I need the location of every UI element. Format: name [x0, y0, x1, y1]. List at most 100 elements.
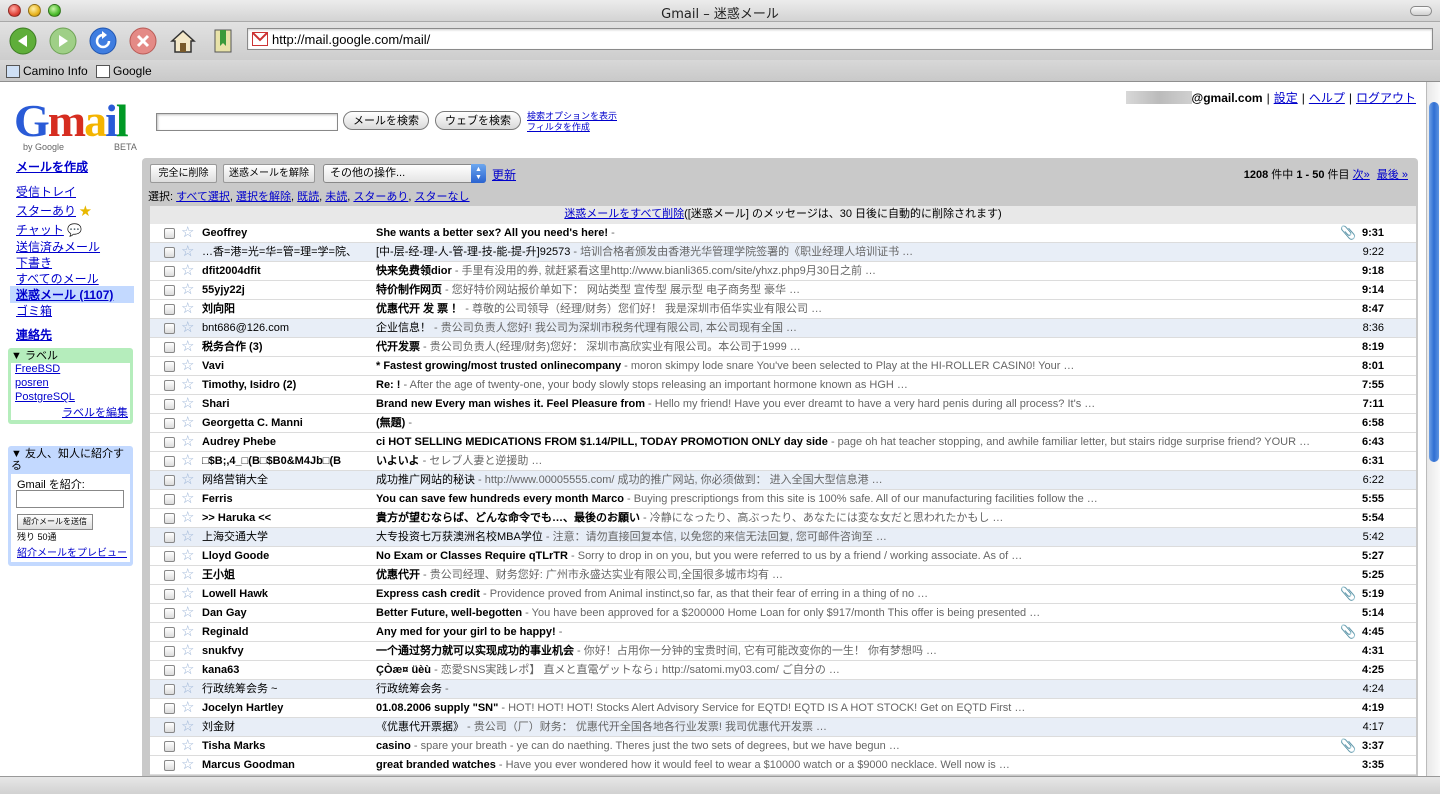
message-row[interactable]: ☆ Vavi * Fastest growing/most trusted onli…	[150, 357, 1416, 376]
select-read-link[interactable]: 既読	[297, 191, 319, 203]
message-row[interactable]: ☆ snukfvy 一个通过努力就可以实现成功的事业机会 - 你好！占用你一分钟的宝…	[150, 642, 1416, 661]
message-checkbox[interactable]	[164, 722, 175, 733]
star-toggle-icon[interactable]: ☆	[181, 604, 194, 622]
label-posren[interactable]: posren	[15, 377, 49, 389]
star-toggle-icon[interactable]: ☆	[181, 414, 194, 432]
message-checkbox[interactable]	[164, 475, 175, 486]
nav-trash[interactable]: ゴミ箱	[16, 302, 52, 319]
message-checkbox[interactable]	[164, 608, 175, 619]
nav-sent[interactable]: 送信済みメール	[16, 238, 100, 255]
gmail-logo[interactable]: Gmail by Google BETA	[14, 98, 144, 154]
star-toggle-icon[interactable]: ☆	[181, 224, 194, 242]
invite-box-title[interactable]: ▼ 友人、知人に紹介する	[11, 448, 133, 472]
select-unstarred-link[interactable]: スターなし	[415, 191, 470, 203]
message-checkbox[interactable]	[164, 437, 175, 448]
message-row[interactable]: ☆ 王小姐 优惠代开 - 贵公司经理、财务您好: 广州市永盛达实业有限公司,全国很多…	[150, 566, 1416, 585]
last-page-link[interactable]: 最後 »	[1377, 169, 1408, 181]
message-row[interactable]: ☆ Geoffrey She wants a better sex? All you…	[150, 224, 1416, 243]
message-checkbox[interactable]	[164, 323, 175, 334]
message-row[interactable]: ☆ 网络营销大全 成功推广网站的秘诀 - http://www.00005555.c…	[150, 471, 1416, 490]
bookmark-google[interactable]: Google	[96, 64, 152, 78]
message-checkbox[interactable]	[164, 228, 175, 239]
message-checkbox[interactable]	[164, 247, 175, 258]
message-checkbox[interactable]	[164, 304, 175, 315]
message-row[interactable]: ☆ 税务合作 (3) 代开发票 - 贵公司负责人(经理/财务)您好： 深圳市高欣实业…	[150, 338, 1416, 357]
star-toggle-icon[interactable]: ☆	[181, 319, 194, 337]
message-checkbox[interactable]	[164, 551, 175, 562]
label-freebsd[interactable]: FreeBSD	[15, 363, 60, 375]
reload-button[interactable]	[88, 26, 118, 56]
message-row[interactable]: ☆ Jocelyn Hartley 01.08.2006 supply "SN" -…	[150, 699, 1416, 718]
message-checkbox[interactable]	[164, 380, 175, 391]
message-checkbox[interactable]	[164, 760, 175, 771]
message-checkbox[interactable]	[164, 342, 175, 353]
label-postgresql[interactable]: PostgreSQL	[15, 391, 75, 403]
star-toggle-icon[interactable]: ☆	[181, 566, 194, 584]
bookmarks-button[interactable]	[208, 26, 238, 56]
stop-button[interactable]	[128, 26, 158, 56]
star-toggle-icon[interactable]: ☆	[181, 357, 194, 375]
bookmark-camino-info[interactable]: Camino Info	[6, 64, 88, 78]
home-button[interactable]	[168, 26, 198, 56]
search-web-button[interactable]: ウェブを検索	[435, 111, 521, 130]
nav-contacts[interactable]: 連絡先	[16, 326, 52, 343]
star-toggle-icon[interactable]: ☆	[181, 737, 194, 755]
message-checkbox[interactable]	[164, 456, 175, 467]
nav-inbox[interactable]: 受信トレイ	[16, 183, 76, 200]
star-toggle-icon[interactable]: ☆	[181, 376, 194, 394]
nav-all-mail[interactable]: すべてのメール	[16, 270, 99, 287]
star-toggle-icon[interactable]: ☆	[181, 528, 194, 546]
star-toggle-icon[interactable]: ☆	[181, 661, 194, 679]
message-row[interactable]: ☆ □$B;,4_□(B□$B0&M4Jb□(B いよいよ - セレブ人妻と逆援助 …	[150, 452, 1416, 471]
message-checkbox[interactable]	[164, 494, 175, 505]
message-checkbox[interactable]	[164, 532, 175, 543]
message-row[interactable]: ☆ Ferris You can save few hundreds every m…	[150, 490, 1416, 509]
star-toggle-icon[interactable]: ☆	[181, 509, 194, 527]
logout-link[interactable]: ログアウト	[1356, 89, 1416, 106]
settings-link[interactable]: 設定	[1274, 89, 1298, 106]
nav-chat[interactable]: チャット 💬	[16, 221, 82, 238]
message-checkbox[interactable]	[164, 361, 175, 372]
message-checkbox[interactable]	[164, 684, 175, 695]
star-toggle-icon[interactable]: ☆	[181, 395, 194, 413]
star-toggle-icon[interactable]: ☆	[181, 490, 194, 508]
message-row[interactable]: ☆ 刘金财 《优惠代开票据》 - 贵公司（厂）财务： 优惠代开全国各地各行业发票! …	[150, 718, 1416, 737]
star-toggle-icon[interactable]: ☆	[181, 452, 194, 470]
select-unread-link[interactable]: 未読	[325, 191, 347, 203]
forward-button[interactable]	[48, 26, 78, 56]
search-input[interactable]	[156, 113, 338, 131]
message-row[interactable]: ☆ Georgetta C. Manni (無題) - 6:58	[150, 414, 1416, 433]
star-toggle-icon[interactable]: ☆	[181, 585, 194, 603]
message-checkbox[interactable]	[164, 665, 175, 676]
message-row[interactable]: ☆ >> Haruka << 貴方が望むならば、どんな命令でも…、最後のお願い - …	[150, 509, 1416, 528]
message-checkbox[interactable]	[164, 266, 175, 277]
show-search-options-link[interactable]: 検索オプションを表示	[527, 111, 617, 122]
next-page-link[interactable]: 次»	[1353, 169, 1370, 181]
help-link[interactable]: ヘルプ	[1309, 89, 1345, 106]
message-checkbox[interactable]	[164, 646, 175, 657]
delete-forever-button[interactable]: 完全に削除	[150, 164, 217, 183]
preview-invite-link[interactable]: 紹介メールをプレビュー	[17, 544, 127, 559]
message-checkbox[interactable]	[164, 513, 175, 524]
message-row[interactable]: ☆ Lowell Hawk Express cash credit - Provid…	[150, 585, 1416, 604]
star-toggle-icon[interactable]: ☆	[181, 471, 194, 489]
address-bar[interactable]: http://mail.google.com/mail/	[247, 28, 1433, 50]
star-toggle-icon[interactable]: ☆	[181, 547, 194, 565]
message-row[interactable]: ☆ 55yjy22j 特价制作网页 - 您好特价网站报价单如下： 网站类型 宣传型 …	[150, 281, 1416, 300]
create-filter-link[interactable]: フィルタを作成	[527, 122, 617, 133]
search-mail-button[interactable]: メールを検索	[343, 111, 429, 130]
message-row[interactable]: ☆ Audrey Phebe ci HOT SELLING MEDICATIONS …	[150, 433, 1416, 452]
message-checkbox[interactable]	[164, 589, 175, 600]
compose-link[interactable]: メールを作成	[16, 158, 88, 175]
message-row[interactable]: ☆ kana63 ÇÒæ¤ üèù - 恋愛SNS実践レポ】 直メと直電ゲットなら↓…	[150, 661, 1416, 680]
scrollbar-thumb[interactable]	[1429, 102, 1439, 462]
star-toggle-icon[interactable]: ☆	[181, 680, 194, 698]
star-toggle-icon[interactable]: ☆	[181, 433, 194, 451]
refresh-link[interactable]: 更新	[492, 166, 516, 183]
message-checkbox[interactable]	[164, 570, 175, 581]
more-actions-select[interactable]: その他の操作... ▲ ▼	[323, 164, 486, 183]
page-scrollbar[interactable]	[1426, 82, 1440, 776]
message-row[interactable]: ☆ bnt686@126.com 企业信息！ - 贵公司负责人您好! 我公司为深圳市…	[150, 319, 1416, 338]
back-button[interactable]	[8, 26, 38, 56]
message-row[interactable]: ☆ 刘向阳 优惠代开 发 票 ！ - 尊敬的公司领导（经理/财务）您们好！ 我是深圳…	[150, 300, 1416, 319]
